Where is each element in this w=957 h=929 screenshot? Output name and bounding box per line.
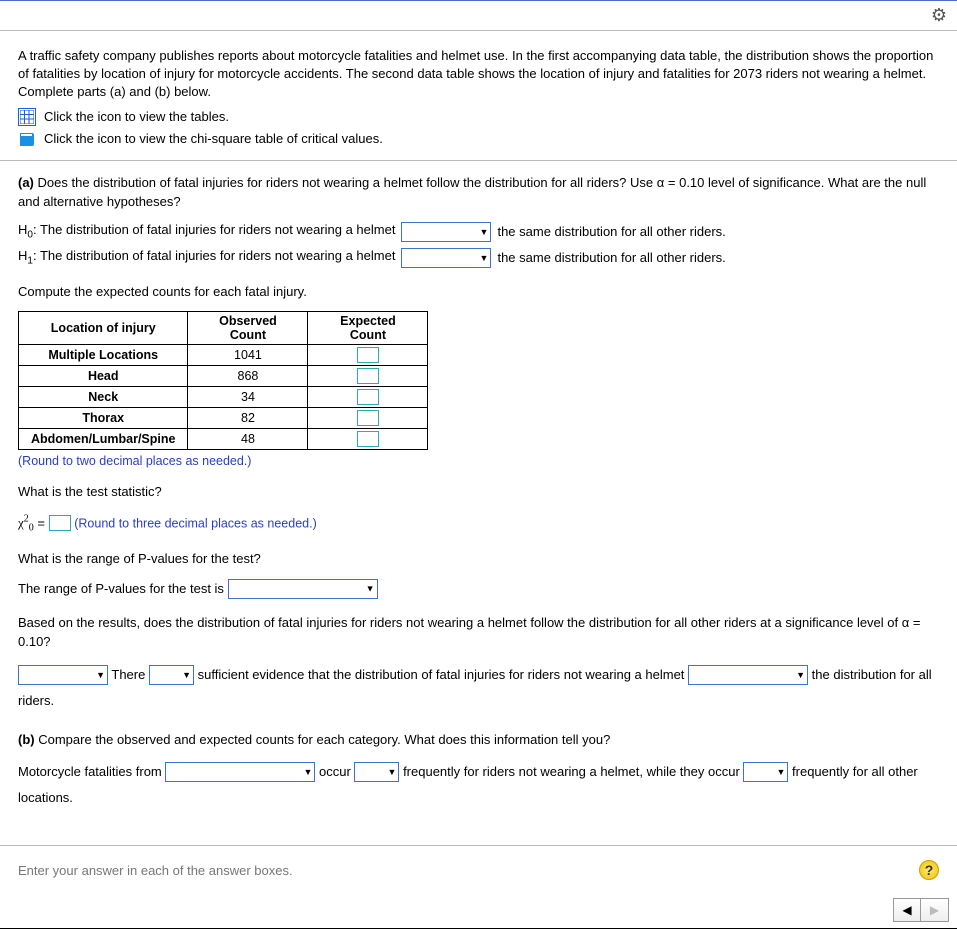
test-stat-input[interactable] <box>49 515 71 531</box>
h1-dropdown[interactable] <box>401 248 491 268</box>
test-stat-q: What is the test statistic? <box>18 482 939 502</box>
book-icon[interactable] <box>18 130 36 148</box>
table-row: Multiple Locations 1041 <box>19 345 428 366</box>
hypothesis-h0: H0: The distribution of fatal injuries f… <box>18 222 939 242</box>
expected-input-1[interactable] <box>357 368 379 384</box>
problem-intro: A traffic safety company publishes repor… <box>18 47 939 102</box>
table-row: Head 868 <box>19 366 428 387</box>
table-icon[interactable] <box>18 108 36 126</box>
help-icon[interactable]: ? <box>919 860 939 880</box>
partb-dd1[interactable] <box>165 762 315 782</box>
pvalue-dropdown[interactable] <box>228 579 378 599</box>
link-view-chisq[interactable]: Click the icon to view the chi-square ta… <box>44 131 383 146</box>
part-b-question: (b) Compare the observed and expected co… <box>18 730 939 750</box>
expected-input-0[interactable] <box>357 347 379 363</box>
conclusion-dd2[interactable] <box>149 665 194 685</box>
expected-input-4[interactable] <box>357 431 379 447</box>
test-stat-line: χ20 = (Round to three decimal places as … <box>18 512 939 536</box>
table-row: Abdomen/Lumbar/Spine 48 <box>19 429 428 450</box>
answer-prompt: Enter your answer in each of the answer … <box>18 863 293 878</box>
conclusion-dd3[interactable] <box>688 665 808 685</box>
partb-dd3[interactable] <box>743 762 788 782</box>
partb-fill: Motorcycle fatalities from occur frequen… <box>18 759 939 811</box>
gear-icon[interactable]: ⚙ <box>931 5 947 26</box>
counts-table: Location of injury Observed Count Expect… <box>18 311 428 450</box>
conclusion-lead: Based on the results, does the distribut… <box>18 613 939 652</box>
pvalue-line: The range of P-values for the test is <box>18 579 939 599</box>
partb-dd2[interactable] <box>354 762 399 782</box>
pvalue-q: What is the range of P-values for the te… <box>18 549 939 569</box>
round-note-2dp: (Round to two decimal places as needed.) <box>18 454 939 468</box>
hypothesis-h1: H1: The distribution of fatal injuries f… <box>18 248 939 268</box>
expected-input-3[interactable] <box>357 410 379 426</box>
prev-button[interactable]: ◀ <box>893 898 921 922</box>
table-row: Thorax 82 <box>19 408 428 429</box>
h0-dropdown[interactable] <box>401 222 491 242</box>
link-view-tables[interactable]: Click the icon to view the tables. <box>44 109 229 124</box>
conclusion-dd1[interactable] <box>18 665 108 685</box>
conclusion-fill: There sufficient evidence that the distr… <box>18 662 939 714</box>
expected-input-2[interactable] <box>357 389 379 405</box>
part-a-question: (a) Does the distribution of fatal injur… <box>18 173 939 212</box>
table-row: Neck 34 <box>19 387 428 408</box>
expected-counts-heading: Compute the expected counts for each fat… <box>18 282 939 302</box>
next-button[interactable]: ▶ <box>921 898 949 922</box>
